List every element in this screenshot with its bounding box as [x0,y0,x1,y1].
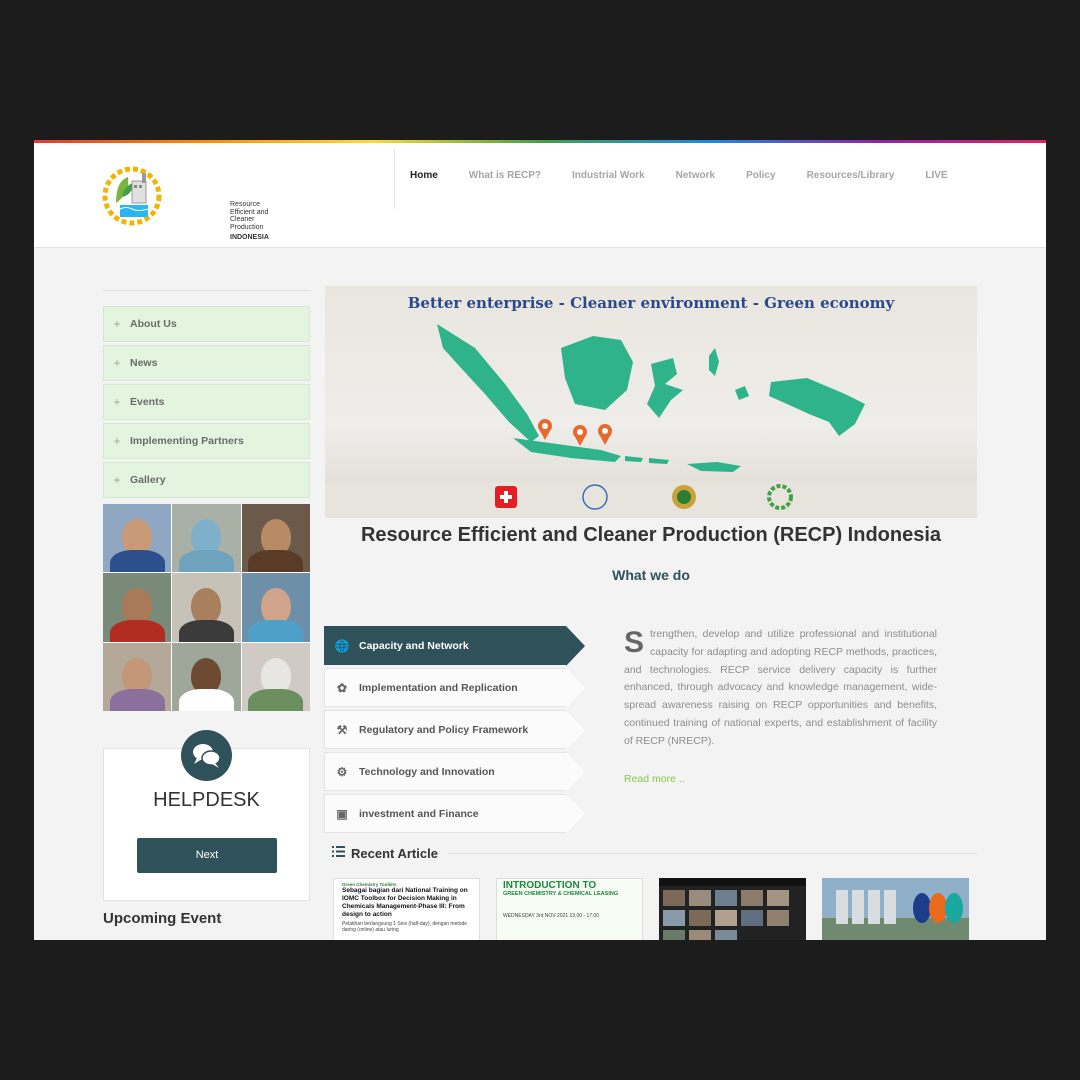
article-card-training[interactable]: Green Chemistry Toolkits Sebagai bagian … [333,878,480,940]
team-photo [241,573,310,642]
team-photo [103,573,172,642]
site-header: Resource Efficient and Cleaner Productio… [34,143,1046,248]
browser-page: Resource Efficient and Cleaner Productio… [34,140,1046,940]
tab-regulatory-and-policy-framework[interactable]: ⚒ Regulatory and Policy Framework [324,710,585,750]
briefcase-icon: ▣ [336,806,348,821]
sidebar-item-label: Implementing Partners [130,435,244,447]
article-date: WEDNESDAY 3rd NOV 2021 13.00 - 17.00 [503,913,599,919]
sidebar-item-label: News [130,357,158,369]
globe-icon: 🌐 [334,638,350,653]
recent-article-header: Recent Article [332,844,977,862]
nav-item-industrial-work[interactable]: Industrial Work [572,170,645,181]
logo-country: INDONESIA [230,234,269,241]
hero-banner[interactable]: Better enterprise - Cleaner environment … [325,286,977,518]
leaf-icon: ✿ [336,680,348,695]
plus-icon: + [113,473,121,487]
tab-technology-and-innovation[interactable]: ⚙ Technology and Innovation [324,752,585,792]
team-photo [172,573,241,642]
tab-label: Capacity and Network [359,639,469,652]
tab-label: Technology and Innovation [359,765,495,778]
nav-item-network[interactable]: Network [676,170,715,181]
helpdesk-title: HELPDESK [153,789,260,811]
plus-icon: + [113,317,121,331]
article-subtitle: Pelatihan berlangsung 1 Sesi (half-day),… [342,921,468,933]
sidebar-item-label: Gallery [130,474,166,486]
ministry-industry-logo-icon [767,484,793,510]
sidebar-item-news[interactable]: + News [103,345,310,381]
tab-capacity-and-network[interactable]: 🌐 Capacity and Network [324,626,585,666]
unido-logo-icon [582,484,608,510]
team-photo [241,504,310,573]
nav-item-what-is-recp[interactable]: What is RECP? [469,170,541,181]
team-photo [103,504,172,573]
gavel-icon: ⚒ [336,722,348,737]
team-photo [172,504,241,573]
article-card-video-meeting[interactable] [659,878,806,940]
plus-icon: + [113,395,121,409]
helpdesk-next-button[interactable]: Next [137,838,277,873]
recent-articles-list: Green Chemistry Toolkits Sebagai bagian … [333,878,985,940]
logo-line-2: Efficient and [230,208,269,216]
tab-label: investment and Finance [359,807,479,820]
sidebar-divider [103,290,310,291]
main-nav: Home What is RECP? Industrial Work Netwo… [410,170,979,181]
page-title: Resource Efficient and Cleaner Productio… [360,524,942,546]
logo-wordmark: Resource Efficient and Cleaner Productio… [230,201,269,242]
video-call-thumbnail [659,878,806,940]
team-photo [241,642,310,711]
chat-bubbles-icon [181,730,232,781]
logo-line-1: Resource [230,201,260,208]
article-subtitle: GREEN CHEMISTRY & CHEMICAL LEASING [503,891,619,897]
tab-investment-and-finance[interactable]: ▣ investment and Finance [324,794,585,834]
tab-content-panel: S trengthen, develop and utilize profess… [624,626,937,788]
nav-divider [394,149,395,209]
sidebar-item-implementing-partners[interactable]: + Implementing Partners [103,423,310,459]
factory-photo-thumbnail [822,878,969,940]
team-photo [172,642,241,711]
partner-logos-strip [325,482,977,518]
tab-implementation-and-replication[interactable]: ✿ Implementation and Replication [324,668,585,708]
tab-content-text: trengthen, develop and utilize professio… [624,628,937,747]
sidebar: + About Us + News + Events + Implementin… [103,290,310,711]
gear-leaf-icon [102,166,162,226]
read-more-link[interactable]: Read more .. [624,771,937,789]
recent-article-title: Recent Article [351,845,438,861]
sidebar-item-gallery[interactable]: + Gallery [103,462,310,498]
nav-item-home[interactable]: Home [410,170,438,181]
nav-item-live[interactable]: LIVE [925,170,947,181]
nav-item-policy[interactable]: Policy [746,170,775,181]
plus-icon: + [113,434,121,448]
drop-cap: S [624,626,645,659]
tab-label: Implementation and Replication [359,681,518,694]
logo-line-4: Production [230,223,264,231]
what-we-do-tabs: 🌐 Capacity and Network ✿ Implementation … [324,626,585,836]
plus-icon: + [113,356,121,370]
logo-line-3: Cleaner [230,216,255,223]
section-subtitle: What we do [612,567,690,583]
tab-label: Regulatory and Policy Framework [359,723,529,736]
nav-item-resources-library[interactable]: Resources/Library [807,170,895,181]
recp-logo[interactable]: Resource Efficient and Cleaner Productio… [102,163,269,241]
sidebar-item-events[interactable]: + Events [103,384,310,420]
gears-icon: ⚙ [336,764,348,779]
sidebar-item-label: Events [130,396,165,408]
sidebar-item-label: About Us [130,318,177,330]
sidebar-item-about-us[interactable]: + About Us [103,306,310,342]
article-card-textile-factory[interactable] [822,878,969,940]
team-photo-grid[interactable] [103,504,310,711]
article-card-green-chemistry[interactable]: INTRODUCTION TO GREEN CHEMISTRY & CHEMIC… [496,878,643,940]
article-title: Sebagai bagian dari National Training on… [342,887,468,918]
team-photo [103,642,172,711]
upcoming-event-heading: Upcoming Event [103,910,222,927]
helpdesk-card: HELPDESK Next [103,730,310,901]
list-icon [332,844,345,862]
recent-article-divider [447,852,977,854]
article-title: INTRODUCTION TO [503,880,597,891]
